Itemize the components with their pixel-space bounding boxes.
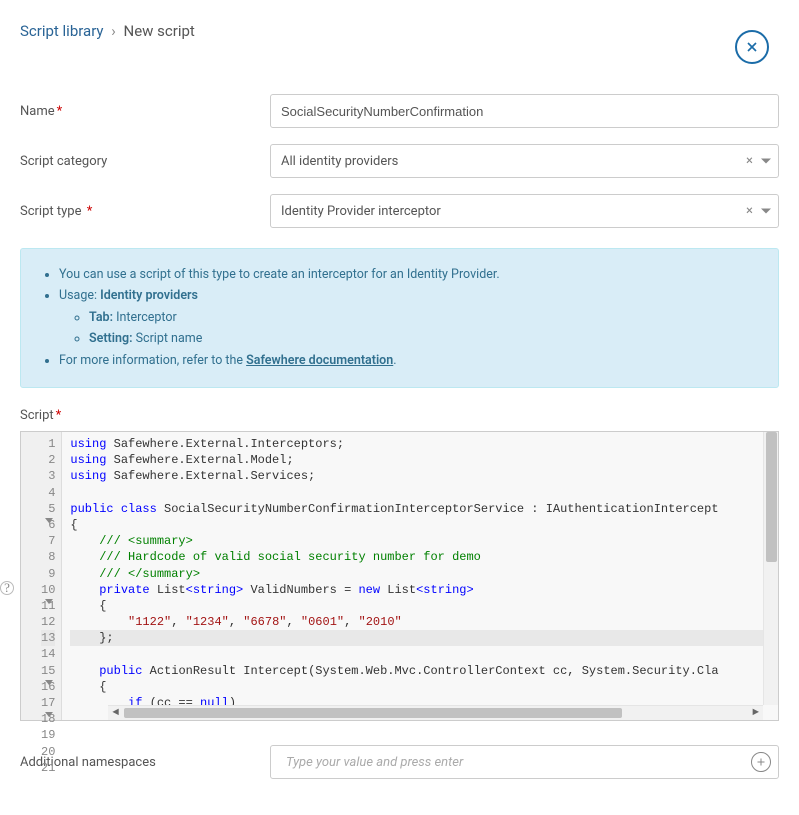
add-namespace-button[interactable]: [751, 752, 771, 772]
chevron-down-icon[interactable]: [761, 209, 771, 214]
clear-type-icon[interactable]: ×: [746, 204, 753, 219]
scroll-left-icon[interactable]: ◄: [110, 706, 121, 720]
namespaces-label: Additional namespaces: [20, 755, 270, 770]
close-icon: [744, 39, 760, 55]
horizontal-scrollbar[interactable]: ◄ ►: [108, 705, 763, 720]
clear-category-icon[interactable]: ×: [746, 154, 753, 169]
plus-icon: [755, 756, 767, 768]
script-category-label: Script category: [20, 154, 270, 169]
chevron-down-icon[interactable]: [761, 159, 771, 164]
script-type-select[interactable]: Identity Provider interceptor: [270, 194, 779, 228]
script-category-select[interactable]: All identity providers: [270, 144, 779, 178]
scroll-right-icon[interactable]: ►: [750, 706, 761, 720]
editor-gutter: 123456789101112131415161718192021: [21, 432, 62, 720]
close-button[interactable]: [735, 30, 769, 64]
help-icon[interactable]: ?: [0, 581, 14, 595]
script-label: Script*: [20, 408, 779, 423]
name-input[interactable]: [270, 94, 779, 128]
namespaces-input[interactable]: Type your value and press enter: [270, 745, 779, 779]
name-label: Name*: [20, 104, 270, 119]
script-type-label: Script type *: [20, 204, 270, 219]
breadcrumb-separator: ›: [111, 22, 116, 40]
info-box: You can use a script of this type to cre…: [20, 248, 779, 388]
breadcrumb: Script library › New script: [20, 22, 195, 40]
code-editor[interactable]: 123456789101112131415161718192021 using …: [20, 431, 779, 721]
breadcrumb-parent-link[interactable]: Script library: [20, 22, 104, 40]
documentation-link[interactable]: Safewhere documentation: [246, 353, 393, 368]
breadcrumb-current: New script: [124, 22, 195, 40]
code-content[interactable]: using Safewhere.External.Interceptors;us…: [62, 432, 778, 720]
vertical-scrollbar[interactable]: [763, 432, 778, 705]
